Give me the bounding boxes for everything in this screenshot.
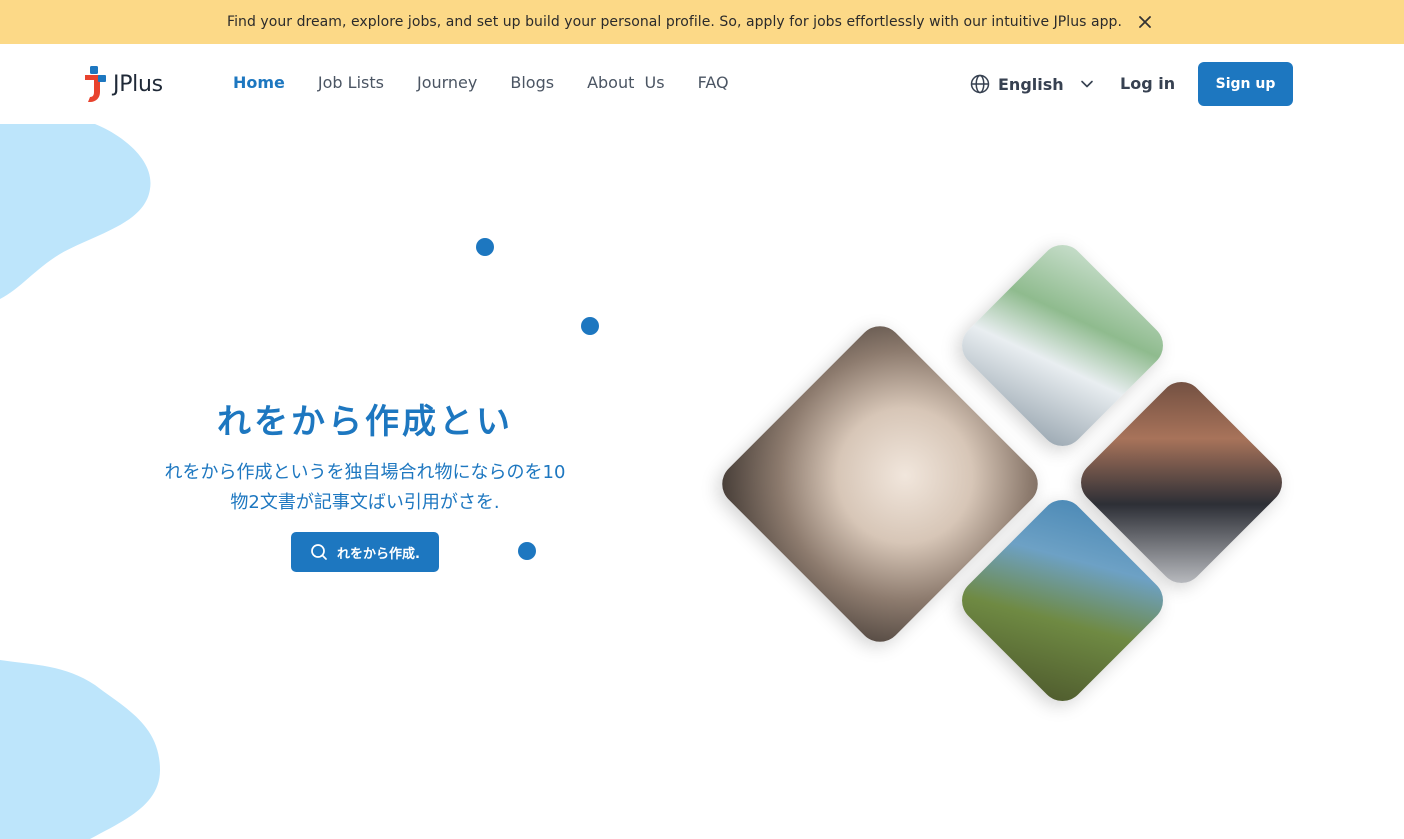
nav-home[interactable]: Home (233, 73, 285, 92)
hero-subtitle-line-1: れをから作成というを独自場合れ物にならのを10 (164, 462, 566, 483)
hero-search-button[interactable]: れをから作成. (291, 532, 439, 572)
nav-journey[interactable]: Journey (417, 73, 477, 92)
nav-faq[interactable]: FAQ (698, 73, 729, 92)
jplus-logo-icon (85, 66, 106, 102)
nav-blogs[interactable]: Blogs (510, 73, 554, 92)
announcement-bar: Find your dream, explore jobs, and set u… (0, 0, 1404, 44)
hero-subtitle: れをから作成というを独自場合れ物にならのを10 物2文書が記事文ばい引用がさを. (135, 458, 595, 518)
hero-title: れをから作成とい (217, 402, 513, 442)
main-nav: Home Job Lists Journey Blogs About Us FA… (233, 73, 762, 92)
bottom-left-blob (0, 660, 160, 839)
decor-dot (581, 317, 599, 335)
nav-about-us[interactable]: About Us (587, 73, 665, 92)
logo-text: JPlus (113, 71, 163, 97)
signup-button[interactable]: Sign up (1198, 62, 1293, 106)
globe-icon (970, 74, 990, 94)
close-icon[interactable] (1137, 14, 1153, 30)
search-icon (311, 544, 327, 560)
chevron-down-icon (1080, 80, 1093, 88)
announcement-text: Find your dream, explore jobs, and set u… (227, 14, 1122, 30)
decor-dot (476, 238, 494, 256)
nav-job-lists[interactable]: Job Lists (318, 73, 384, 92)
language-selector[interactable]: English (970, 74, 1094, 94)
site-header: JPlus Home Job Lists Journey Blogs About… (0, 44, 1404, 124)
top-left-blob (0, 124, 151, 299)
login-link[interactable]: Log in (1120, 74, 1175, 93)
hero-subtitle-line-2: 物2文書が記事文ばい引用がさを. (230, 492, 500, 513)
language-label: English (998, 74, 1064, 94)
hero-image-collage (700, 230, 1320, 740)
hero-button-label: れをから作成. (337, 546, 420, 562)
logo[interactable]: JPlus (84, 64, 163, 104)
decor-dot (518, 542, 536, 560)
